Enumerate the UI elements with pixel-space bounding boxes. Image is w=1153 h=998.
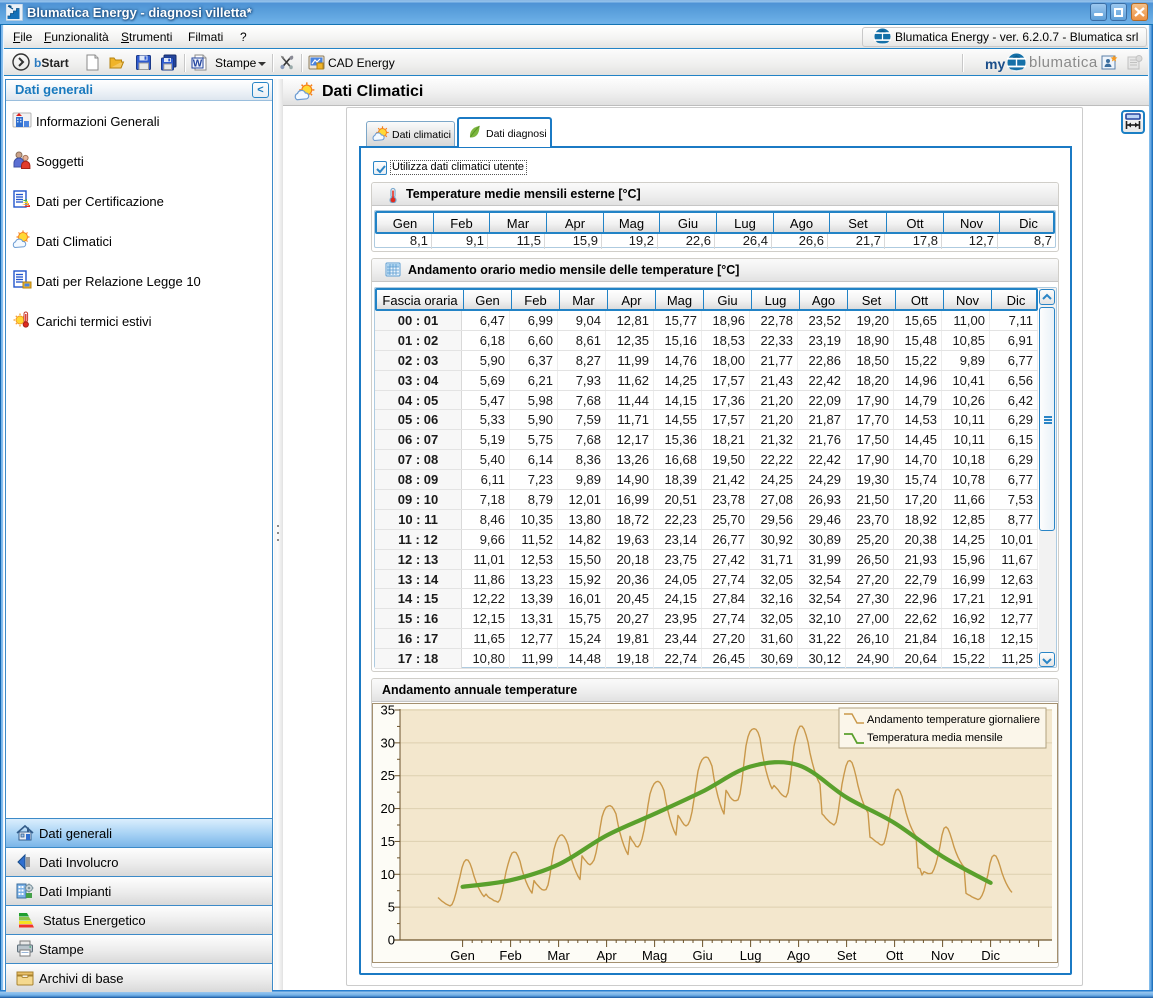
svg-text:Set: Set: [837, 948, 857, 963]
svg-text:W: W: [193, 59, 203, 70]
svg-text:Feb: Feb: [499, 948, 521, 963]
svg-text:25: 25: [381, 768, 395, 783]
svg-text:20: 20: [381, 801, 395, 816]
svg-text:30: 30: [381, 735, 395, 750]
svg-text:Apr: Apr: [596, 948, 617, 963]
svg-text:Ott: Ott: [886, 948, 904, 963]
svg-text:Giu: Giu: [692, 948, 712, 963]
svg-text:35: 35: [381, 704, 395, 718]
svg-text:Mar: Mar: [547, 948, 570, 963]
svg-text:Nov: Nov: [931, 948, 955, 963]
svg-text:5: 5: [388, 900, 395, 915]
svg-text:Andamento temperature giornali: Andamento temperature giornaliere: [867, 714, 1040, 726]
svg-text:15: 15: [381, 834, 395, 849]
svg-text:Gen: Gen: [450, 948, 475, 963]
svg-text:Lug: Lug: [740, 948, 762, 963]
svg-text:0: 0: [388, 933, 395, 948]
svg-text:Mag: Mag: [642, 948, 667, 963]
svg-text:Dic: Dic: [981, 948, 1000, 963]
svg-text:Ago: Ago: [787, 948, 810, 963]
svg-text:10: 10: [381, 867, 395, 882]
svg-text:Temperatura media mensile: Temperatura media mensile: [867, 732, 1003, 744]
